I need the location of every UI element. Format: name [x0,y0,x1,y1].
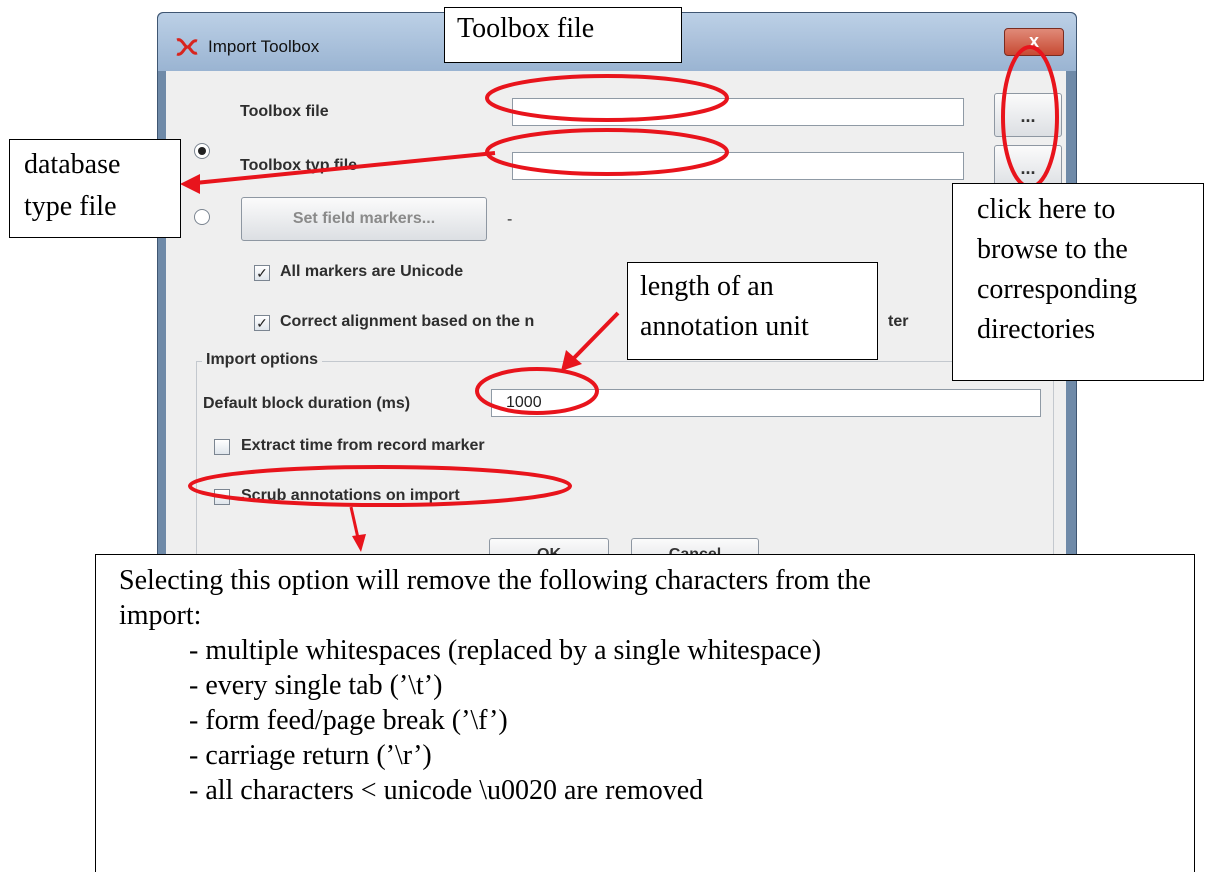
browse-line1: click here to [977,194,1116,225]
scrub-item: - form feed/page break (’\f’) [189,705,508,736]
browse-line3: corresponding [977,274,1138,305]
browse-buttons-highlight [1001,45,1059,189]
scrub-arrow [349,506,360,539]
length-callout: length of an annotation unit [627,262,878,360]
scrub-explanation-callout: Selecting this option will remove the fo… [95,554,1195,872]
length-line1: length of an [640,271,774,302]
length-line2: annotation unit [640,311,809,342]
length-arrow [572,311,620,360]
browse-line2: browse to the [977,234,1128,265]
scrub-highlight [188,465,572,507]
database-type-line2: type file [24,191,117,222]
browse-callout: click here to browse to the correspondin… [952,183,1204,381]
browse-line4: directories [977,314,1096,345]
typ-file-arrow-head [180,174,200,194]
scrub-item: - every single tab (’\t’) [189,670,443,701]
database-type-callout: database type file [9,139,181,238]
toolbox-file-callout: Toolbox file [444,7,682,63]
scrub-item: - multiple whitespaces (replaced by a si… [189,635,822,666]
scrub-item: - carriage return (’\r’) [189,740,432,771]
toolbox-file-callout-text: Toolbox file [457,13,595,44]
database-type-line1: database [24,149,121,180]
typ-file-arrow [194,151,496,185]
scrub-title-line2: import: [119,600,202,631]
scrub-title-line1: Selecting this option will remove the fo… [119,565,871,596]
scrub-item: - all characters < unicode \u0020 are re… [189,775,704,806]
toolbox-file-highlight [485,74,729,122]
scrub-arrow-head [352,534,366,552]
toolbox-typ-file-highlight [485,128,729,176]
block-duration-highlight [475,367,599,415]
